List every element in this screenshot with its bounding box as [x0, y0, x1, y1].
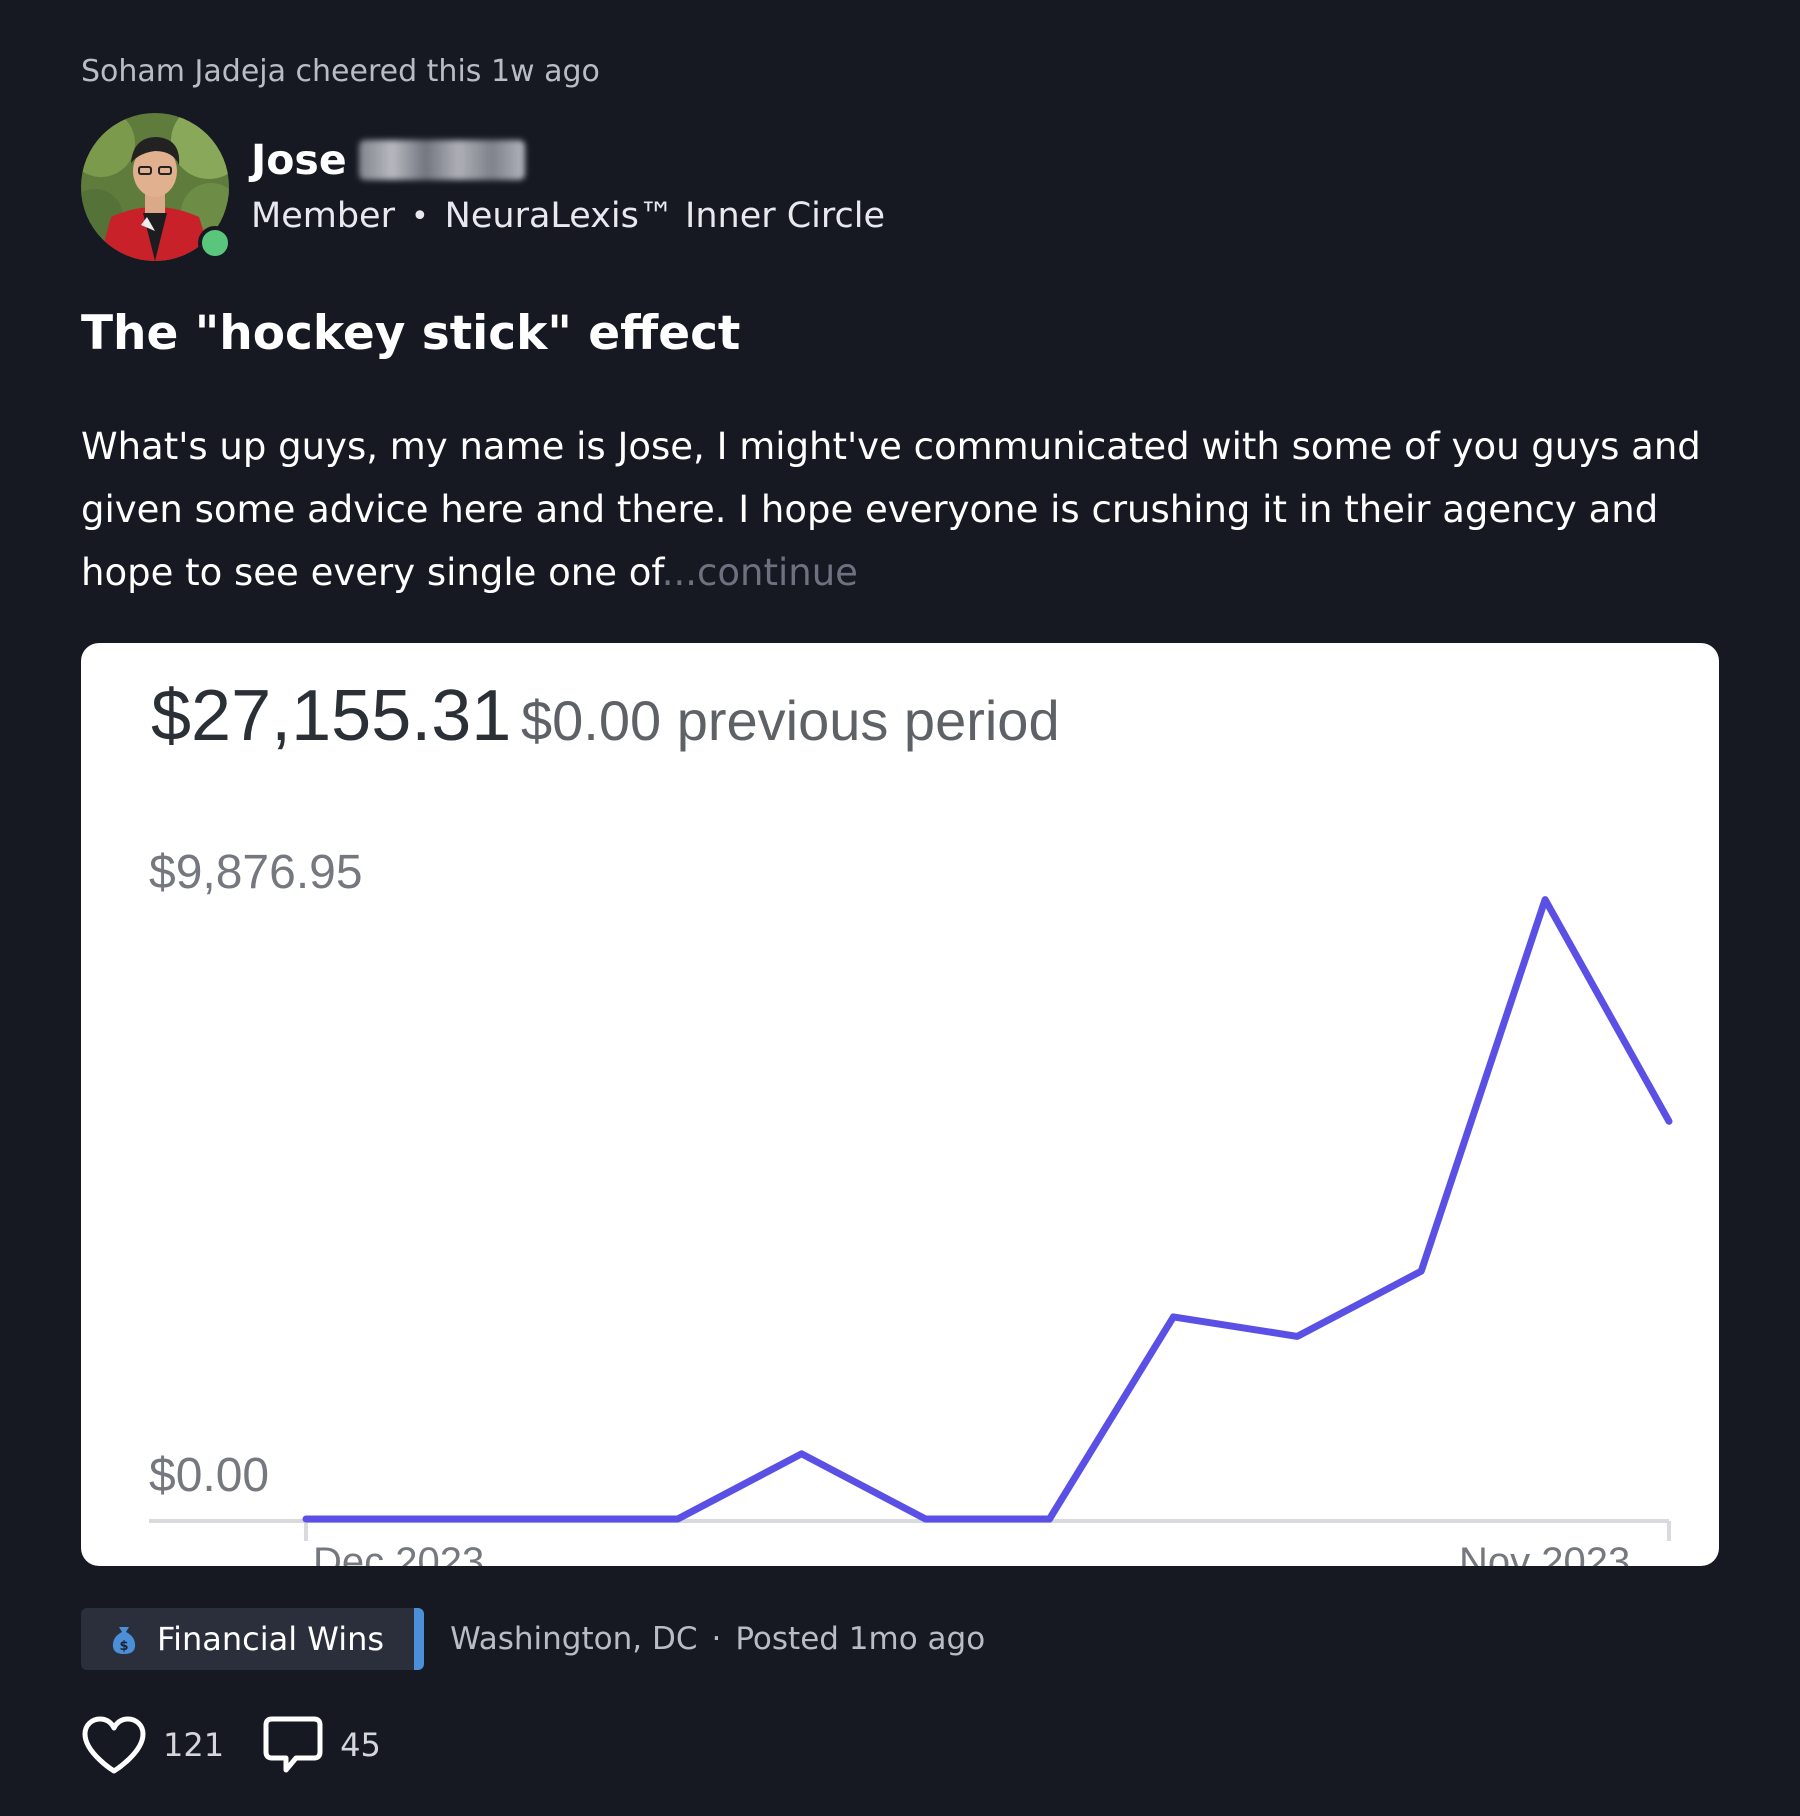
author-meta: Member • NeuraLexis™ Inner Circle [251, 196, 885, 236]
revenue-chart-svg: $27,155.31 $0.00 previous period $9,876.… [149, 676, 1673, 1566]
avatar[interactable] [81, 113, 232, 261]
post-body[interactable]: What's up guys, my name is Jose, I might… [81, 415, 1761, 604]
chart-data-point [1296, 1335, 1298, 1337]
footer-separator: · [711, 1621, 722, 1657]
chart-x-label-cut-right: Nov 2023 [1459, 1540, 1630, 1566]
author-name-row: Jose [251, 136, 525, 184]
like-button[interactable]: 121 [81, 1715, 224, 1775]
chart-series-line-0 [302, 896, 1673, 1523]
author-group[interactable]: NeuraLexis™ Inner Circle [445, 196, 885, 236]
cheer-activity-text: Soham Jadeja cheered this 1w ago [81, 54, 600, 89]
chart-data-point [801, 1453, 803, 1455]
heart-icon [82, 1716, 146, 1774]
chart-data-point [925, 1518, 926, 1520]
chart-y-tick-max: $9,876.95 [149, 846, 363, 899]
chart-comparison-text: $0.00 previous period [521, 689, 1060, 752]
chart-y-tick-zero: $0.00 [149, 1449, 269, 1502]
chart-data-point [677, 1518, 679, 1520]
post-timestamp: Posted 1mo ago [735, 1621, 986, 1657]
category-tag[interactable]: $ Financial Wins [81, 1608, 425, 1670]
money-bag-icon: $ [112, 1627, 136, 1654]
svg-text:$: $ [119, 1639, 128, 1654]
revenue-chart[interactable]: $27,155.31 $0.00 previous period $9,876.… [81, 643, 1719, 1566]
redacted-surname [358, 140, 525, 180]
post-location: Washington, DC [450, 1621, 698, 1657]
chart-data-point [553, 1518, 555, 1520]
chart-series-layer [302, 896, 1673, 1523]
comment-button[interactable]: 45 [262, 1714, 381, 1776]
chart-data-point [1172, 1316, 1174, 1318]
chart-x-label-cut-left: Dec 2023 [313, 1540, 484, 1566]
author-name[interactable]: Jose [251, 136, 347, 184]
post-footer: $ Financial Wins Washington, DC · Posted… [81, 1608, 985, 1670]
author-role: Member [251, 196, 395, 236]
post-body-text: What's up guys, my name is Jose, I might… [81, 425, 1701, 594]
chart-data-point [1420, 1270, 1422, 1272]
meta-separator-dot: • [410, 198, 429, 234]
comment-icon [263, 1716, 323, 1773]
comment-count: 45 [340, 1726, 381, 1764]
category-label: Financial Wins [157, 1620, 385, 1658]
post-title[interactable]: The "hockey stick" effect [81, 306, 740, 361]
chart-data-point [1544, 899, 1546, 901]
like-count: 121 [163, 1726, 225, 1764]
continue-link[interactable]: ...continue [662, 551, 858, 594]
online-status-dot [198, 226, 232, 260]
chart-data-point [1668, 1120, 1670, 1122]
chart-total-value: $27,155.31 [151, 676, 511, 756]
chart-data-point [429, 1518, 431, 1520]
post-actions: 121 45 [81, 1714, 381, 1776]
chart-data-point [305, 1518, 307, 1520]
chart-data-point [1049, 1518, 1050, 1520]
